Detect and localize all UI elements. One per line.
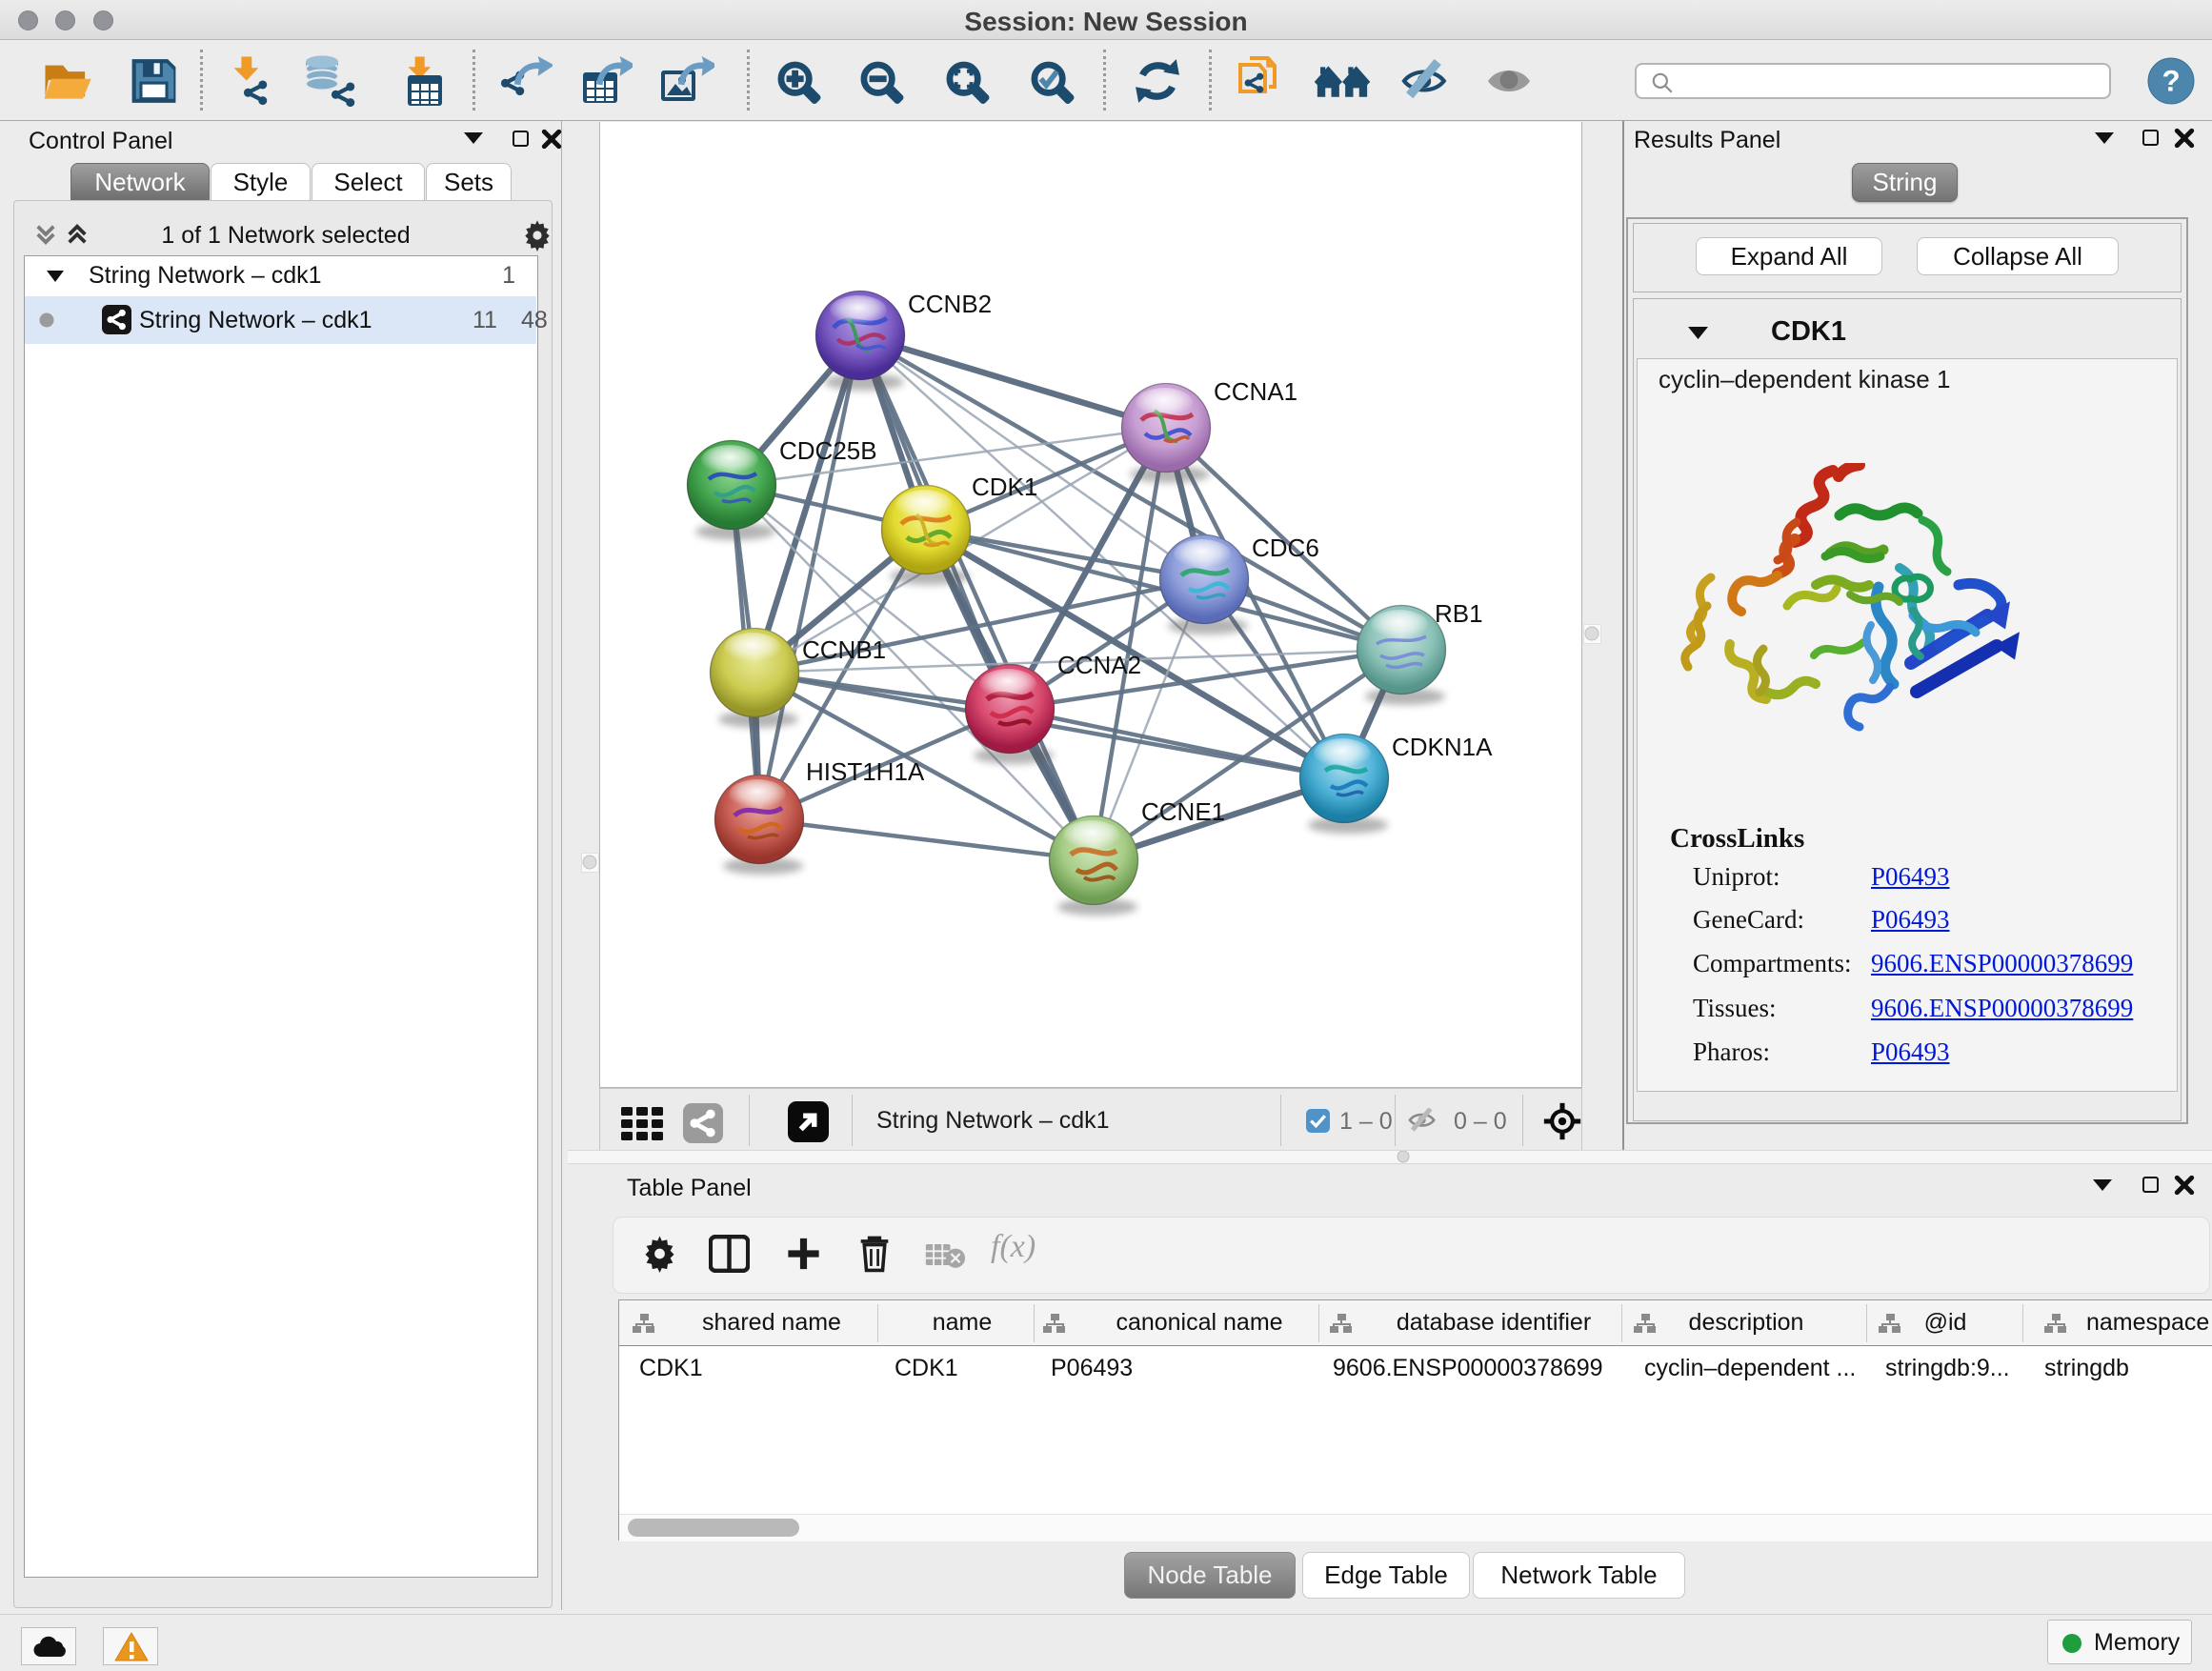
svg-text:CCNB2: CCNB2 (908, 290, 992, 318)
svg-text:CDKN1A: CDKN1A (1392, 733, 1493, 761)
svg-text:CCNE1: CCNE1 (1141, 797, 1225, 826)
svg-text:CDC25B: CDC25B (779, 436, 877, 465)
svg-text:CDK1: CDK1 (972, 473, 1037, 501)
svg-text:CDC6: CDC6 (1252, 534, 1319, 562)
svg-text:HIST1H1A: HIST1H1A (806, 757, 925, 786)
svg-text:RB1: RB1 (1435, 599, 1483, 628)
svg-text:CCNA2: CCNA2 (1057, 651, 1141, 679)
svg-text:?: ? (2162, 64, 2180, 97)
svg-text:CCNA1: CCNA1 (1214, 377, 1297, 406)
svg-text:CCNB1: CCNB1 (802, 635, 886, 664)
